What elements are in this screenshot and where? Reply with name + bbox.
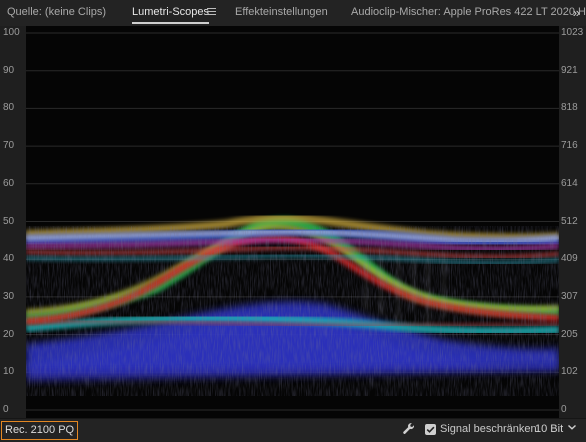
colorspace-button[interactable]: Rec. 2100 PQ (1, 421, 79, 440)
left-axis-tick-label: 90 (3, 64, 15, 76)
overflow-chevron-icon[interactable]: » (573, 5, 580, 20)
right-axis-tick-label: 205 (561, 328, 578, 340)
right-axis-tick-label: 307 (561, 290, 578, 302)
tab-audio-clip-mixer[interactable]: Audioclip-Mischer: Apple ProRes 422 LT 2… (351, 0, 586, 25)
right-axis-tick-label: 818 (561, 102, 578, 114)
clamp-signal-checkbox[interactable] (425, 424, 436, 435)
left-axis-tick-label: 40 (3, 253, 15, 265)
chevron-down-icon[interactable] (567, 422, 577, 432)
checkmark-icon (426, 426, 435, 433)
left-axis-tick-label: 80 (3, 102, 15, 114)
left-axis-tick-label: 20 (3, 328, 15, 340)
panel-menu-icon[interactable] (207, 8, 216, 16)
clamp-signal-label: Signal beschränken (440, 423, 537, 435)
scope-footer: Rec. 2100 PQ Signal beschränken 10 Bit (0, 418, 586, 442)
tab-lumetri-scopes[interactable]: Lumetri-Scopes (132, 0, 210, 25)
right-axis-tick-label: 102 (561, 366, 578, 378)
right-axis-tick-label: 1023 (561, 27, 584, 38)
left-axis-tick-label: 60 (3, 177, 15, 189)
right-axis-tick-label: 512 (561, 215, 578, 227)
left-axis-tick-label: 50 (3, 215, 15, 227)
right-axis-tick-label: 0 (561, 404, 567, 415)
waveform-canvas (26, 32, 559, 411)
right-axis-tick-label: 614 (561, 177, 578, 189)
left-axis-tick-label: 30 (3, 290, 15, 302)
left-axis-tick-label: 100 (3, 27, 20, 38)
left-axis-tick-label: 70 (3, 140, 15, 152)
panel-tab-bar: Quelle: (keine Clips) Lumetri-Scopes Eff… (0, 0, 586, 27)
right-axis-tick-label: 409 (561, 253, 578, 265)
right-axis-tick-label: 921 (561, 64, 578, 76)
bit-depth-select[interactable]: 10 Bit (535, 423, 563, 435)
wrench-icon[interactable] (402, 422, 416, 436)
right-axis-tick-label: 716 (561, 140, 578, 152)
left-axis-tick-label: 0 (3, 404, 9, 415)
left-axis-tick-label: 10 (3, 366, 15, 378)
tab-effect-settings[interactable]: Effekteinstellungen (235, 0, 328, 25)
waveform-scope (26, 26, 559, 418)
tab-source[interactable]: Quelle: (keine Clips) (7, 0, 106, 25)
waveform-traces (26, 213, 559, 396)
